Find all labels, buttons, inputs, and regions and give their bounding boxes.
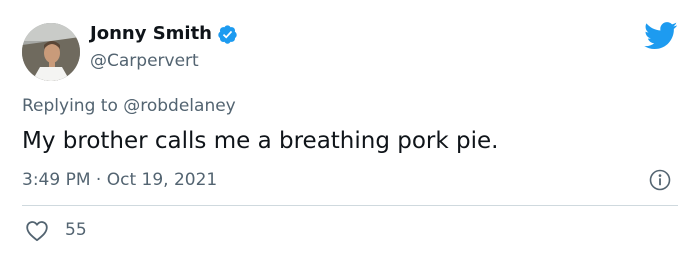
meta-separator: · <box>95 170 102 190</box>
tweet-time[interactable]: 3:49 PM <box>22 170 91 190</box>
info-icon[interactable] <box>648 168 672 192</box>
heart-icon[interactable] <box>25 220 49 242</box>
author-name[interactable]: Jonny Smith <box>90 22 238 46</box>
author-handle[interactable]: @Carpervert <box>90 50 199 72</box>
avatar[interactable] <box>22 23 80 81</box>
profile-photo <box>22 23 80 81</box>
reply-to-link[interactable]: @robdelaney <box>123 96 236 116</box>
tweet-card: Jonny Smith @Carpervert Replying to @rob… <box>0 0 700 257</box>
reply-prefix: Replying to <box>22 96 118 116</box>
reply-context: Replying to @robdelaney <box>22 95 236 117</box>
tweet-timestamp[interactable]: 3:49 PM · Oct 19, 2021 <box>22 169 217 191</box>
tweet-date[interactable]: Oct 19, 2021 <box>107 170 218 190</box>
divider <box>22 205 678 206</box>
like-count[interactable]: 55 <box>65 219 87 241</box>
author-name-text[interactable]: Jonny Smith <box>90 22 212 46</box>
twitter-bird-icon[interactable] <box>644 22 678 50</box>
tweet-text: My brother calls me a breathing pork pie… <box>22 128 499 154</box>
verified-badge-icon <box>217 24 238 45</box>
